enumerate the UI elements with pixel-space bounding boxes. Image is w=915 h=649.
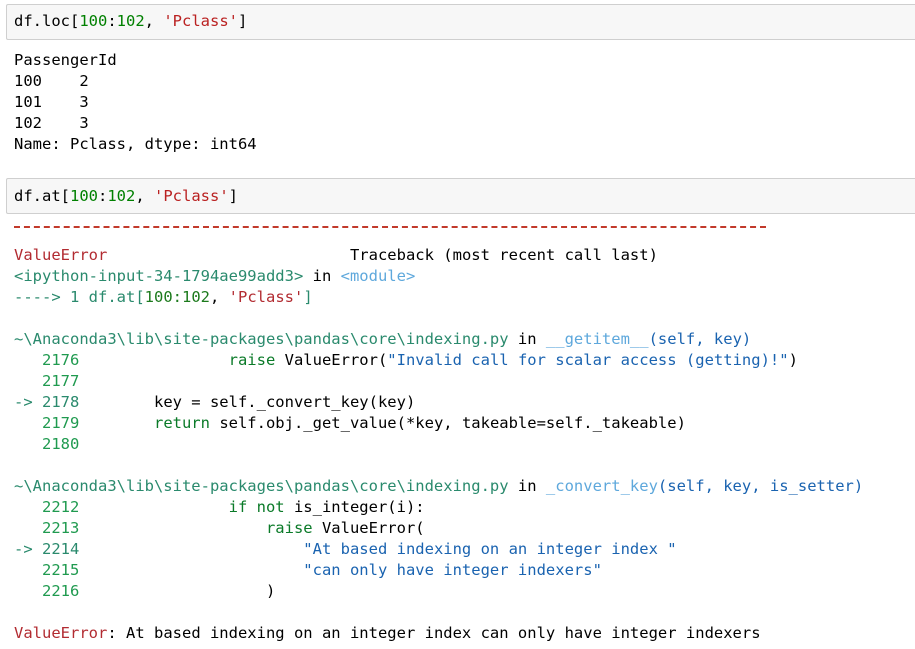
output-row: 101 3: [14, 93, 89, 111]
traceback-header: ValueError Traceback (most recent call l…: [14, 246, 658, 264]
traceback-input-ref: <ipython-input-34-1794ae99add3> in <modu…: [14, 267, 416, 285]
traceback-arrow-line: ----> 1 df.at[100:102, 'Pclass']: [14, 288, 313, 306]
traceback-code-line: 2176 raise ValueError("Invalid call for …: [42, 351, 798, 369]
code-line-1[interactable]: df.loc[100:102, 'Pclass']: [14, 11, 247, 32]
traceback-code-line: 2179 return self.obj._get_value(*key, ta…: [42, 414, 686, 432]
traceback-code-line: 2180: [42, 435, 80, 453]
output-header: PassengerId: [14, 51, 117, 69]
traceback-code-line: 2177: [42, 372, 80, 390]
traceback-code-line: 2212 if not is_integer(i):: [42, 498, 425, 516]
traceback-code-line: 2213 raise ValueError(: [42, 519, 425, 537]
code-line-2[interactable]: df.at[100:102, 'Pclass']: [14, 186, 238, 207]
traceback-code-line: -> 2178 key = self._convert_key(key): [14, 393, 416, 411]
output-footer: Name: Pclass, dtype: int64: [14, 135, 257, 153]
output-row: 100 2: [14, 72, 89, 90]
traceback-code-line: -> 2214 "At based indexing on an integer…: [14, 540, 677, 558]
traceback-code-line: 2215 "can only have integer indexers": [42, 561, 602, 579]
output-row: 102 3: [14, 114, 89, 132]
traceback-separator: [14, 226, 766, 228]
traceback-frame-header: ~\Anaconda3\lib\site-packages\pandas\cor…: [14, 330, 752, 348]
traceback-code-line: 2216 ): [42, 582, 276, 600]
error-message: ValueError: At based indexing on an inte…: [14, 624, 761, 642]
traceback-frame-header: ~\Anaconda3\lib\site-packages\pandas\cor…: [14, 477, 864, 495]
